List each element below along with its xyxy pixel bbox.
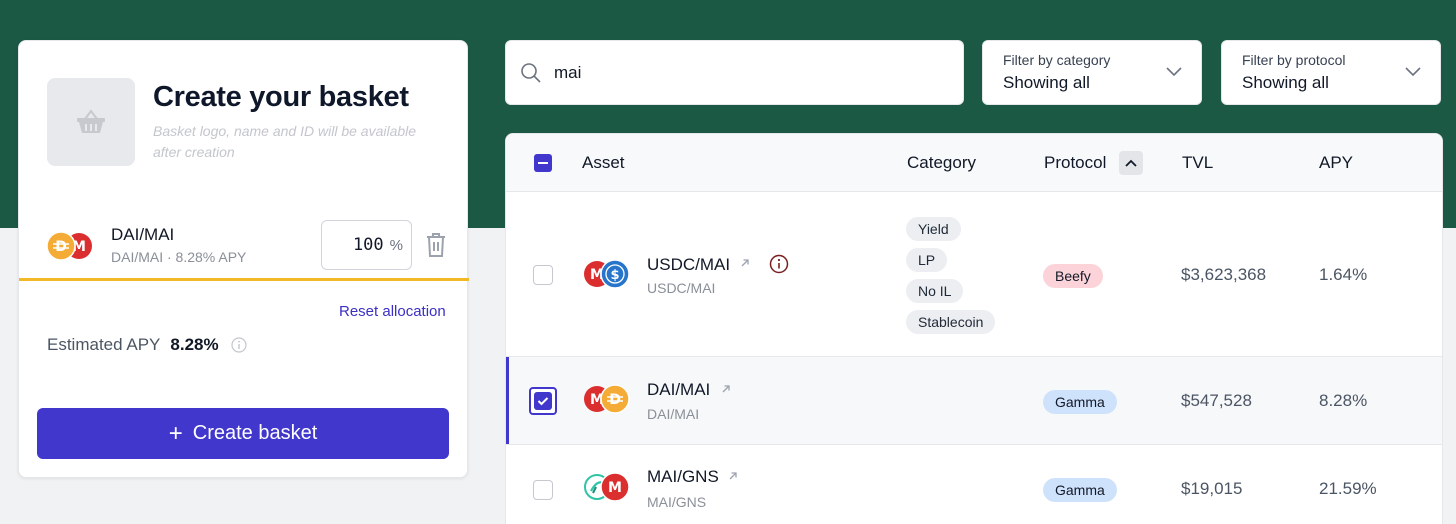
column-header-apy[interactable]: APY <box>1319 153 1353 173</box>
svg-text:D: D <box>609 392 621 408</box>
asset-subtitle: USDC/MAI <box>647 280 716 296</box>
chevron-down-icon <box>1166 67 1182 77</box>
allocation-value: 100 <box>352 235 384 255</box>
category-tag: LP <box>906 248 948 272</box>
trash-icon[interactable] <box>424 231 448 259</box>
allocation-name: DAI/MAI <box>111 225 175 244</box>
category-tag: No IL <box>906 279 964 303</box>
asset-subtitle: MAI/GNS <box>647 494 707 510</box>
asset-token-icons: M D <box>584 384 630 414</box>
check-icon <box>537 397 549 406</box>
dai-token-icon: D <box>600 384 630 414</box>
apy-value: 21.59% <box>1319 479 1377 498</box>
column-header-protocol[interactable]: Protocol <box>1044 153 1106 173</box>
column-header-tvl[interactable]: TVL <box>1182 153 1213 173</box>
reset-allocation-link[interactable]: Reset allocation <box>339 303 446 320</box>
svg-text:D: D <box>55 239 67 255</box>
chevron-down-icon <box>1405 67 1421 77</box>
protocol-badge: Beefy <box>1043 264 1103 288</box>
tvl-value: $547,528 <box>1181 391 1252 410</box>
search-value: mai <box>554 62 582 82</box>
category-tag: Yield <box>906 217 961 241</box>
assets-table: Asset Category Protocol TVL APY M $ USDC… <box>505 133 1443 524</box>
estimated-apy-label: Estimated APY <box>47 335 161 354</box>
protocol-filter-dropdown[interactable]: Filter by protocol Showing all <box>1221 40 1441 105</box>
allocation-subtitle: DAI/MAI · 8.28% APY <box>111 249 247 265</box>
basket-builder-card: Create your basket Basket logo, name and… <box>18 40 469 478</box>
column-header-category[interactable]: Category <box>907 153 976 173</box>
select-all-checkbox[interactable] <box>534 154 552 172</box>
basket-hint: Basket logo, name and ID will be availab… <box>153 123 417 160</box>
protocol-badge: Gamma <box>1043 478 1117 502</box>
table-row[interactable]: M MAI/GNS MAI/GNS Gamma $19,015 21.59% <box>506 445 1442 524</box>
asset-token-icons: M $ <box>584 259 630 289</box>
table-row[interactable]: M $ USDC/MAI USDC/MAI Yield LP No IL Sta… <box>506 192 1442 357</box>
row-checkbox[interactable] <box>533 480 553 500</box>
allocation-progress-bar <box>19 278 469 281</box>
category-tags: Yield LP No IL Stablecoin <box>906 217 996 341</box>
tvl-value: $3,623,368 <box>1181 265 1267 284</box>
chevron-up-icon <box>1125 159 1137 167</box>
estimated-apy: Estimated APY 8.28% <box>47 335 247 355</box>
usdc-token-icon: $ <box>600 259 630 289</box>
plus-icon: + <box>168 419 183 447</box>
info-icon[interactable] <box>230 337 247 353</box>
allocation-token-icons: M D <box>46 231 92 261</box>
allocation-percent-input[interactable]: 100 % <box>321 220 412 270</box>
asset-subtitle: DAI/MAI <box>647 406 700 422</box>
external-link-icon[interactable] <box>728 471 738 481</box>
asset-name: DAI/MAI <box>647 380 711 399</box>
table-row[interactable]: M D DAI/MAI DAI/MAI Gamma $547,528 8.28% <box>506 357 1442 445</box>
asset-name: MAI/GNS <box>647 467 719 486</box>
create-basket-button[interactable]: + Create basket <box>37 408 449 459</box>
sort-protocol-button[interactable] <box>1119 151 1143 175</box>
tvl-value: $19,015 <box>1181 479 1243 498</box>
asset-token-icons: M <box>584 472 630 502</box>
basket-logo-placeholder <box>47 78 135 166</box>
apy-value: 1.64% <box>1319 265 1368 284</box>
row-checkbox[interactable] <box>529 387 557 415</box>
external-link-icon[interactable] <box>740 258 750 268</box>
mai-token-icon: M <box>600 472 630 502</box>
estimated-apy-value: 8.28% <box>170 335 219 354</box>
external-link-icon[interactable] <box>721 384 731 394</box>
search-icon <box>521 62 541 83</box>
search-input[interactable]: mai <box>505 40 964 105</box>
allocation-unit: % <box>389 236 403 254</box>
info-icon[interactable] <box>769 254 789 274</box>
create-basket-label: Create basket <box>192 422 318 444</box>
column-header-asset[interactable]: Asset <box>582 153 625 173</box>
page-title: Create your basket <box>153 81 409 113</box>
dai-token-icon: D <box>46 231 76 261</box>
apy-value: 8.28% <box>1319 391 1368 410</box>
svg-text:$: $ <box>610 268 619 283</box>
svg-text:M: M <box>608 480 622 496</box>
protocol-badge: Gamma <box>1043 390 1117 414</box>
category-tag: Stablecoin <box>906 310 996 334</box>
row-checkbox[interactable] <box>533 265 553 285</box>
asset-name: USDC/MAI <box>647 255 731 274</box>
allocation-row: M D DAI/MAI DAI/MAI · 8.28% APY 100 % <box>19 215 469 281</box>
table-header: Asset Category Protocol TVL APY <box>506 134 1442 192</box>
category-filter-dropdown[interactable]: Filter by category Showing all <box>982 40 1202 105</box>
basket-icon <box>77 109 105 133</box>
